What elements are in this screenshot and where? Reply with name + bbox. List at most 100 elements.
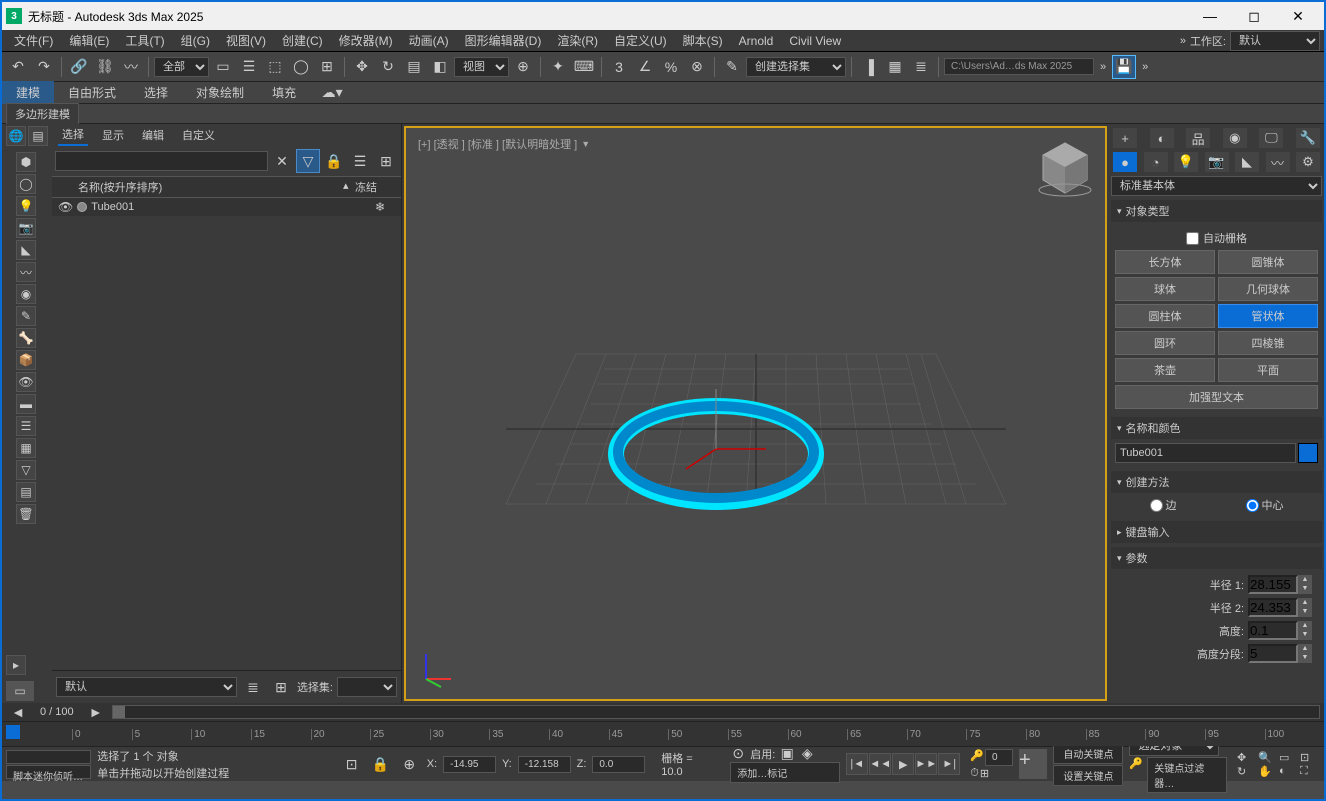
timetag-icon[interactable]: ⊙: [730, 747, 746, 761]
ribbon-tab-objpaint[interactable]: 对象绘制: [182, 81, 258, 104]
menu-render[interactable]: 渲染(R): [549, 30, 606, 51]
spacewarps-icon[interactable]: 〰: [1266, 152, 1290, 172]
color-swatch[interactable]: [1298, 443, 1318, 463]
enable-b-icon[interactable]: ◈: [799, 747, 815, 761]
nav-max-icon[interactable]: ⛶: [1300, 765, 1320, 778]
world-icon[interactable]: 🌐: [6, 126, 26, 146]
viewcube[interactable]: [1035, 138, 1095, 198]
menu-arnold[interactable]: Arnold: [731, 32, 782, 50]
prim-tube[interactable]: 管状体: [1218, 304, 1318, 328]
prim-cylinder[interactable]: 圆柱体: [1115, 304, 1215, 328]
link-icon[interactable]: 🔗: [67, 55, 91, 79]
col-freeze[interactable]: 冻结: [355, 179, 395, 195]
scene-item[interactable]: 👁 Tube001 ❄: [52, 198, 401, 216]
save-icon[interactable]: 💾: [1112, 55, 1136, 79]
create-tab-icon[interactable]: +: [1113, 128, 1137, 148]
prim-teapot[interactable]: 茶壶: [1115, 358, 1215, 382]
menu-create[interactable]: 创建(C): [274, 30, 331, 51]
helpers-icon[interactable]: ◣: [1235, 152, 1259, 172]
time-config2-icon[interactable]: ⊞: [980, 767, 989, 780]
prim-torus[interactable]: 圆环: [1115, 331, 1215, 355]
mirror-icon[interactable]: ▐: [857, 55, 881, 79]
filter-toggle-icon[interactable]: ▽: [296, 149, 320, 173]
method-center-radio[interactable]: 中心: [1246, 497, 1284, 513]
filter-camera-icon[interactable]: 📷: [16, 218, 36, 238]
prim-sphere[interactable]: 球体: [1115, 277, 1215, 301]
filter-xref-icon[interactable]: ✎: [16, 306, 36, 326]
layers-icon[interactable]: ≣: [909, 55, 933, 79]
spinner-snap-icon[interactable]: ⊗: [685, 55, 709, 79]
filter-geometry-icon[interactable]: ⬢: [16, 152, 36, 172]
named-sel-set[interactable]: 创建选择集: [746, 57, 846, 77]
filter-group-icon[interactable]: ◉: [16, 284, 36, 304]
goto-end-icon[interactable]: ►|: [938, 753, 960, 775]
filter-trash-icon[interactable]: 🗑: [16, 504, 36, 524]
rotate-icon[interactable]: ↻: [376, 55, 400, 79]
scene-search-input[interactable]: [55, 151, 268, 171]
utilities-tab-icon[interactable]: 🔧: [1296, 128, 1320, 148]
systems-icon[interactable]: ⚙: [1296, 152, 1320, 172]
height-input[interactable]: [1248, 621, 1298, 640]
setkey-button[interactable]: 设置关键点: [1053, 765, 1123, 786]
object-name-input[interactable]: [1115, 443, 1296, 463]
minimize-button[interactable]: —: [1188, 2, 1232, 30]
rollout-create-method[interactable]: 创建方法: [1111, 471, 1322, 493]
menu-grapheditor[interactable]: 图形编辑器(D): [457, 30, 550, 51]
shapes-icon[interactable]: ◔: [1144, 152, 1168, 172]
menu-edit[interactable]: 编辑(E): [61, 30, 117, 51]
timeline[interactable]: 0510152025303540455055606570758085909510…: [2, 721, 1324, 746]
list-view-icon[interactable]: ☰: [348, 149, 372, 173]
filter-frozen-icon[interactable]: 👁: [16, 372, 36, 392]
edit-named-sel-icon[interactable]: ✎: [720, 55, 744, 79]
radius2-input[interactable]: [1248, 598, 1298, 617]
snap-toggle-icon[interactable]: 3: [607, 55, 631, 79]
filter-hidden-icon[interactable]: ▬: [16, 394, 36, 414]
motion-tab-icon[interactable]: ◉: [1223, 128, 1247, 148]
align-icon[interactable]: ▦: [883, 55, 907, 79]
layer-button[interactable]: ▭: [6, 681, 34, 701]
rollout-parameters[interactable]: 参数: [1111, 547, 1322, 569]
prim-textplus[interactable]: 加强型文本: [1115, 385, 1318, 409]
object-name[interactable]: Tube001: [91, 201, 365, 213]
hierarchy-tab-icon[interactable]: 品: [1186, 128, 1210, 148]
filter-bone-icon[interactable]: 🦴: [16, 328, 36, 348]
ribbon-tab-fill[interactable]: 填充: [258, 81, 310, 104]
rollout-object-type[interactable]: 对象类型: [1111, 200, 1322, 222]
maxscript-mini-input[interactable]: [6, 750, 91, 764]
keyboard-shortcut-icon[interactable]: ⌨: [572, 55, 596, 79]
hseg-spinner[interactable]: ▲▼: [1298, 644, 1312, 663]
nav-pan-icon[interactable]: ✥: [1237, 751, 1257, 764]
ribbon-tab-freeform[interactable]: 自由形式: [54, 81, 130, 104]
radius1-input[interactable]: [1248, 575, 1298, 594]
radius2-spinner[interactable]: ▲▼: [1298, 598, 1312, 617]
tree-view-icon[interactable]: ⊞: [374, 149, 398, 173]
placement-icon[interactable]: ◧: [428, 55, 452, 79]
method-edge-radio[interactable]: 边: [1150, 497, 1177, 513]
nav-orbit-icon[interactable]: ↻: [1237, 765, 1257, 778]
bind-spacewarp-icon[interactable]: 〰: [119, 55, 143, 79]
menu-anim[interactable]: 动画(A): [401, 30, 457, 51]
ribbon-tab-modeling[interactable]: 建模: [2, 81, 54, 104]
selset-select[interactable]: [337, 677, 397, 697]
close-button[interactable]: ✕: [1276, 2, 1320, 30]
lights-icon[interactable]: 💡: [1174, 152, 1198, 172]
filter-container-icon[interactable]: 📦: [16, 350, 36, 370]
x-coord[interactable]: -14.95: [443, 756, 496, 773]
layer-stack-icon[interactable]: ≣: [241, 675, 265, 699]
scene-tab-display[interactable]: 显示: [98, 125, 128, 145]
ref-coord-select[interactable]: 视图: [454, 57, 509, 77]
timeline-marker[interactable]: [6, 725, 20, 739]
prim-plane[interactable]: 平面: [1218, 358, 1318, 382]
radius1-spinner[interactable]: ▲▼: [1298, 575, 1312, 594]
select-region-rect-icon[interactable]: ⬚: [263, 55, 287, 79]
ribbon-tab-select[interactable]: 选择: [130, 81, 182, 104]
menu-view[interactable]: 视图(V): [218, 30, 274, 51]
filter-all-icon[interactable]: ▦: [16, 438, 36, 458]
nav-zoomext-icon[interactable]: ⊡: [1300, 751, 1320, 764]
scene-tab-edit[interactable]: 编辑: [138, 125, 168, 145]
geometry-category[interactable]: 标准基本体: [1111, 176, 1322, 196]
viewport-label[interactable]: [+] [透视 ] [标准 ] [默认明暗处理 ]▼: [418, 136, 590, 152]
nav-walk-icon[interactable]: ◐: [1279, 765, 1299, 778]
maximize-button[interactable]: ◻: [1232, 2, 1276, 30]
layer-add-icon[interactable]: ⊞: [269, 675, 293, 699]
